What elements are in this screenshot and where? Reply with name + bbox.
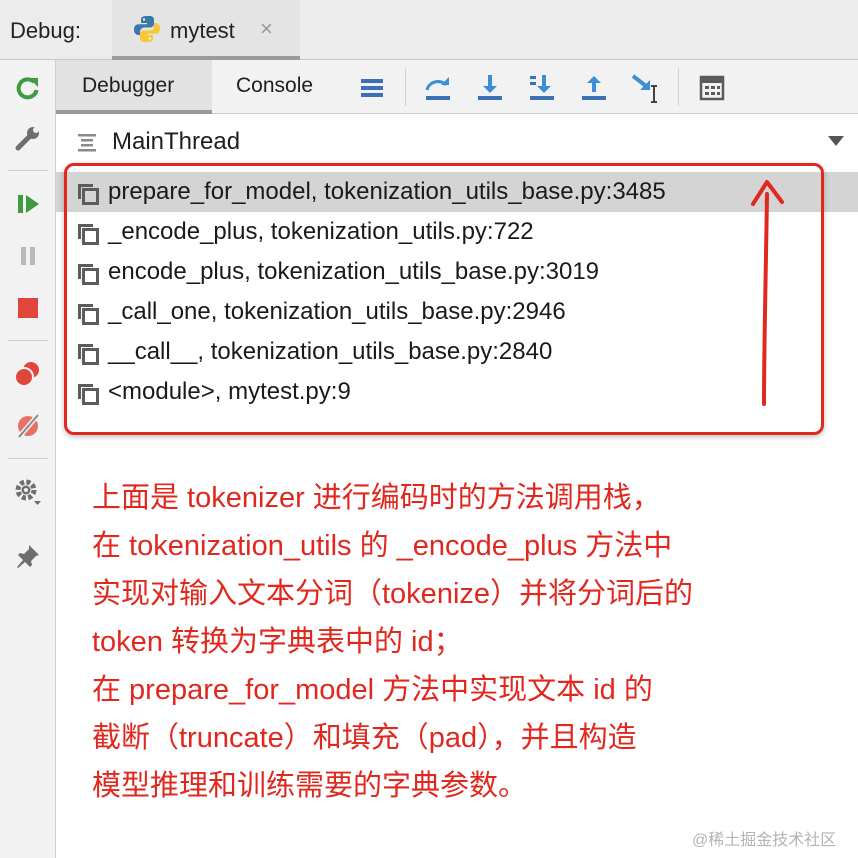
annotation-line: 上面是 tokenizer 进行编码时的方法调用栈， (92, 482, 661, 514)
thread-icon (78, 134, 96, 152)
python-icon (134, 16, 160, 42)
thread-name: MainThread (112, 128, 241, 155)
annotation-highlight-box (64, 163, 824, 435)
debug-toolwindow-header: Debug: mytest × (0, 0, 858, 60)
annotation-line: 实现对输入文本分词（tokenize）并将分词后的 (92, 578, 694, 610)
step-over-icon[interactable] (418, 68, 458, 108)
run-to-cursor-icon[interactable] (626, 68, 666, 108)
tab-console-label: Console (236, 74, 314, 97)
evaluate-expression-icon[interactable] (692, 68, 732, 108)
step-out-icon[interactable] (574, 68, 614, 108)
wrench-icon[interactable] (0, 116, 56, 160)
step-into-icon[interactable] (470, 68, 510, 108)
toolbar-separator (8, 170, 48, 171)
step-into-my-code-icon[interactable] (522, 68, 562, 108)
pause-icon[interactable] (0, 234, 56, 278)
rerun-icon[interactable] (0, 66, 56, 110)
thread-selector[interactable]: MainThread (56, 120, 858, 166)
annotation-line: 在 tokenization_utils 的 _encode_plus 方法中 (92, 530, 673, 562)
debugger-tab-strip: Debugger Console (56, 60, 858, 114)
annotation-line: token 转换为字典表中的 id； (92, 626, 463, 658)
debug-side-toolbar (0, 60, 56, 858)
debug-label: Debug: (10, 18, 81, 43)
up-arrow-icon (751, 180, 784, 406)
annotation-line: 截断（truncate）和填充（pad），并且构造 (92, 722, 637, 754)
session-tab-label: mytest (170, 18, 235, 43)
show-execution-point-icon[interactable] (352, 68, 392, 108)
toolbar-separator (8, 340, 48, 341)
stop-icon[interactable] (0, 286, 56, 330)
chevron-down-icon[interactable] (828, 136, 844, 146)
pin-icon[interactable] (0, 534, 56, 578)
session-tab-mytest[interactable]: mytest × (112, 0, 300, 60)
tab-console[interactable]: Console (216, 60, 340, 114)
mute-breakpoints-icon[interactable] (0, 404, 56, 448)
annotation-line: 模型推理和训练需要的字典参数。 (92, 770, 528, 802)
close-icon[interactable]: × (260, 16, 273, 42)
annotation-line: 在 prepare_for_model 方法中实现文本 id 的 (92, 674, 653, 706)
toolbar-separator (405, 68, 406, 106)
view-breakpoints-icon[interactable] (0, 352, 56, 396)
toolbar-separator (678, 68, 679, 106)
watermark: @稀土掘金技术社区 (692, 832, 837, 849)
annotation-note: 上面是 tokenizer 进行编码时的方法调用栈， 在 tokenizatio… (92, 474, 832, 810)
tab-debugger-label: Debugger (82, 74, 175, 97)
toolbar-separator (8, 458, 48, 459)
resume-icon[interactable] (0, 182, 56, 226)
tab-debugger[interactable]: Debugger (56, 60, 212, 114)
settings-icon[interactable] (0, 470, 56, 514)
